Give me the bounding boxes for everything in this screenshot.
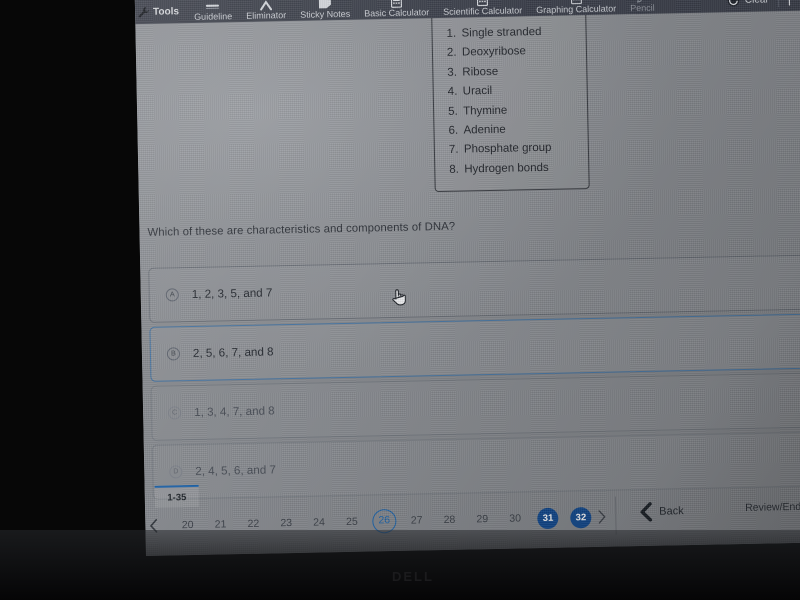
eliminator-icon: [259, 0, 273, 11]
toolbar-item-graphing-calculator[interactable]: Graphing Calculator: [529, 0, 624, 16]
toolbar-item-label: Scientific Calculator: [443, 5, 523, 17]
toolbar-item-label: Basic Calculator: [364, 7, 430, 19]
option-letter-bubble: A: [165, 288, 179, 302]
monitor-screen: Tools Guideline Eliminator Sticky Notes …: [134, 0, 800, 556]
page-number-pager: 20 21 22 23 24 25 26 27 28 29 30 31 32: [149, 500, 620, 541]
page-number[interactable]: 28: [433, 514, 466, 527]
page-number[interactable]: 20: [171, 519, 204, 532]
back-button[interactable]: Back: [639, 501, 684, 522]
list-item: 2. Deoxyribose: [447, 42, 576, 64]
list-item-text: Adenine: [463, 123, 506, 137]
list-item-number: 1.: [446, 27, 457, 40]
page-number-marked[interactable]: 32: [570, 506, 592, 528]
answer-option-c[interactable]: C 1, 3, 4, 7, and 8: [150, 371, 800, 441]
option-text: 2, 5, 6, 7, and 8: [192, 345, 274, 361]
toolbar-item-basic-calculator[interactable]: Basic Calculator: [357, 0, 436, 20]
list-item: 1. Single stranded: [446, 22, 575, 44]
page-number[interactable]: 24: [303, 516, 336, 529]
list-item-number: 6.: [448, 124, 459, 137]
option-text: 2, 4, 5, 6, and 7: [195, 463, 277, 478]
page-number-marked[interactable]: 31: [537, 507, 559, 529]
list-item-number: 7.: [448, 144, 459, 157]
answer-option-a[interactable]: A 1, 2, 3, 5, and 7: [148, 253, 800, 323]
toolbar-item-scientific-calculator[interactable]: Scientific Calculator: [436, 0, 529, 18]
page-number[interactable]: 30: [499, 512, 532, 525]
toolbar-item-eliminator[interactable]: Eliminator: [239, 0, 293, 22]
tools-label: Tools: [152, 5, 180, 18]
list-item: 6. Adenine: [448, 119, 577, 141]
page-number[interactable]: 29: [466, 513, 499, 526]
page-number[interactable]: 21: [204, 518, 237, 531]
tools-button[interactable]: Tools: [135, 0, 187, 24]
toolbar-right-actions: Clear Mark: [718, 0, 800, 12]
list-item-text: Ribose: [462, 65, 499, 79]
list-item-text: Hydrogen bonds: [464, 161, 549, 176]
answer-options: A 1, 2, 3, 5, and 7 B 2, 5, 6, 7, and 8 …: [148, 253, 800, 503]
question-text: Which of these are characteristics and c…: [147, 220, 456, 239]
option-text: 1, 2, 3, 5, and 7: [191, 286, 273, 302]
stimulus-list: 1. Single stranded 2. Deoxyribose 3. Ribose…: [446, 22, 578, 180]
list-item-text: Uracil: [462, 85, 493, 98]
mark-button[interactable]: Mark: [778, 0, 800, 11]
list-item: 5. Thymine: [448, 100, 577, 122]
list-item: 4. Uracil: [448, 80, 577, 102]
list-item-number: 3.: [447, 66, 458, 79]
toolbar-item-label: Eliminator: [246, 10, 287, 21]
photographed-monitor: Tools Guideline Eliminator Sticky Notes …: [0, 0, 800, 600]
bottom-navigation: 1-35 20 21 22 23 24 25 26 27 28 29 30 31…: [145, 472, 800, 548]
page-number[interactable]: 25: [335, 516, 368, 529]
clear-button[interactable]: Clear: [718, 0, 778, 12]
option-letter-bubble: D: [169, 465, 183, 479]
list-item: 7. Phosphate group: [449, 139, 578, 161]
back-label: Back: [659, 505, 684, 518]
page-number[interactable]: 22: [237, 518, 270, 531]
pager-prev-button[interactable]: [149, 518, 171, 533]
page-number-current[interactable]: 26: [372, 508, 397, 534]
guideline-icon: [205, 0, 220, 11]
list-item-text: Deoxyribose: [461, 45, 526, 59]
answer-option-b[interactable]: B 2, 5, 6, 7, and 8: [149, 312, 800, 382]
sticky-notes-icon: [318, 0, 332, 9]
question-range-tab[interactable]: 1-35: [154, 484, 200, 508]
list-item-text: Single stranded: [461, 25, 542, 40]
option-letter-bubble: C: [168, 406, 182, 420]
review-end-button[interactable]: Review/End: [745, 500, 800, 515]
list-item-number: 5.: [448, 105, 458, 118]
list-item-text: Thymine: [463, 104, 508, 118]
toolbar-item-label: Pencil: [630, 2, 655, 14]
list-item-number: 4.: [447, 85, 458, 99]
clear-label: Clear: [745, 0, 769, 5]
clear-reset-icon: [727, 0, 740, 7]
list-item-text: Phosphate group: [463, 142, 552, 156]
toolbar-item-label: Guideline: [194, 11, 233, 22]
monitor-brand-logo: DELL: [392, 569, 434, 584]
stimulus-list-box: 1. Single stranded 2. Deoxyribose 3. Ribose…: [431, 10, 590, 193]
list-item: 3. Ribose: [447, 61, 576, 83]
option-letter-bubble: B: [166, 347, 181, 361]
wrench-icon: [137, 5, 150, 18]
page-number[interactable]: 27: [400, 514, 433, 527]
list-item-number: 8.: [449, 163, 460, 176]
list-item-number: 2.: [446, 47, 457, 60]
question-content: 1. Single stranded 2. Deoxyribose 3. Ribose…: [135, 10, 800, 534]
toolbar-item-label: Graphing Calculator: [536, 3, 617, 16]
flag-outline-icon: [788, 0, 799, 6]
review-end-label: Review/End: [745, 500, 800, 514]
toolbar-item-label: Sticky Notes: [300, 8, 351, 20]
page-number[interactable]: 23: [270, 517, 303, 530]
toolbar-item-pencil[interactable]: Pencil: [623, 0, 662, 14]
toolbar-item-guideline[interactable]: Guideline: [187, 0, 240, 23]
option-text: 1, 3, 4, 7, and 8: [193, 404, 275, 420]
toolbar-item-sticky-notes[interactable]: Sticky Notes: [293, 0, 357, 21]
list-item: 8. Hydrogen bonds: [449, 158, 578, 180]
chevron-left-icon: [639, 502, 653, 522]
